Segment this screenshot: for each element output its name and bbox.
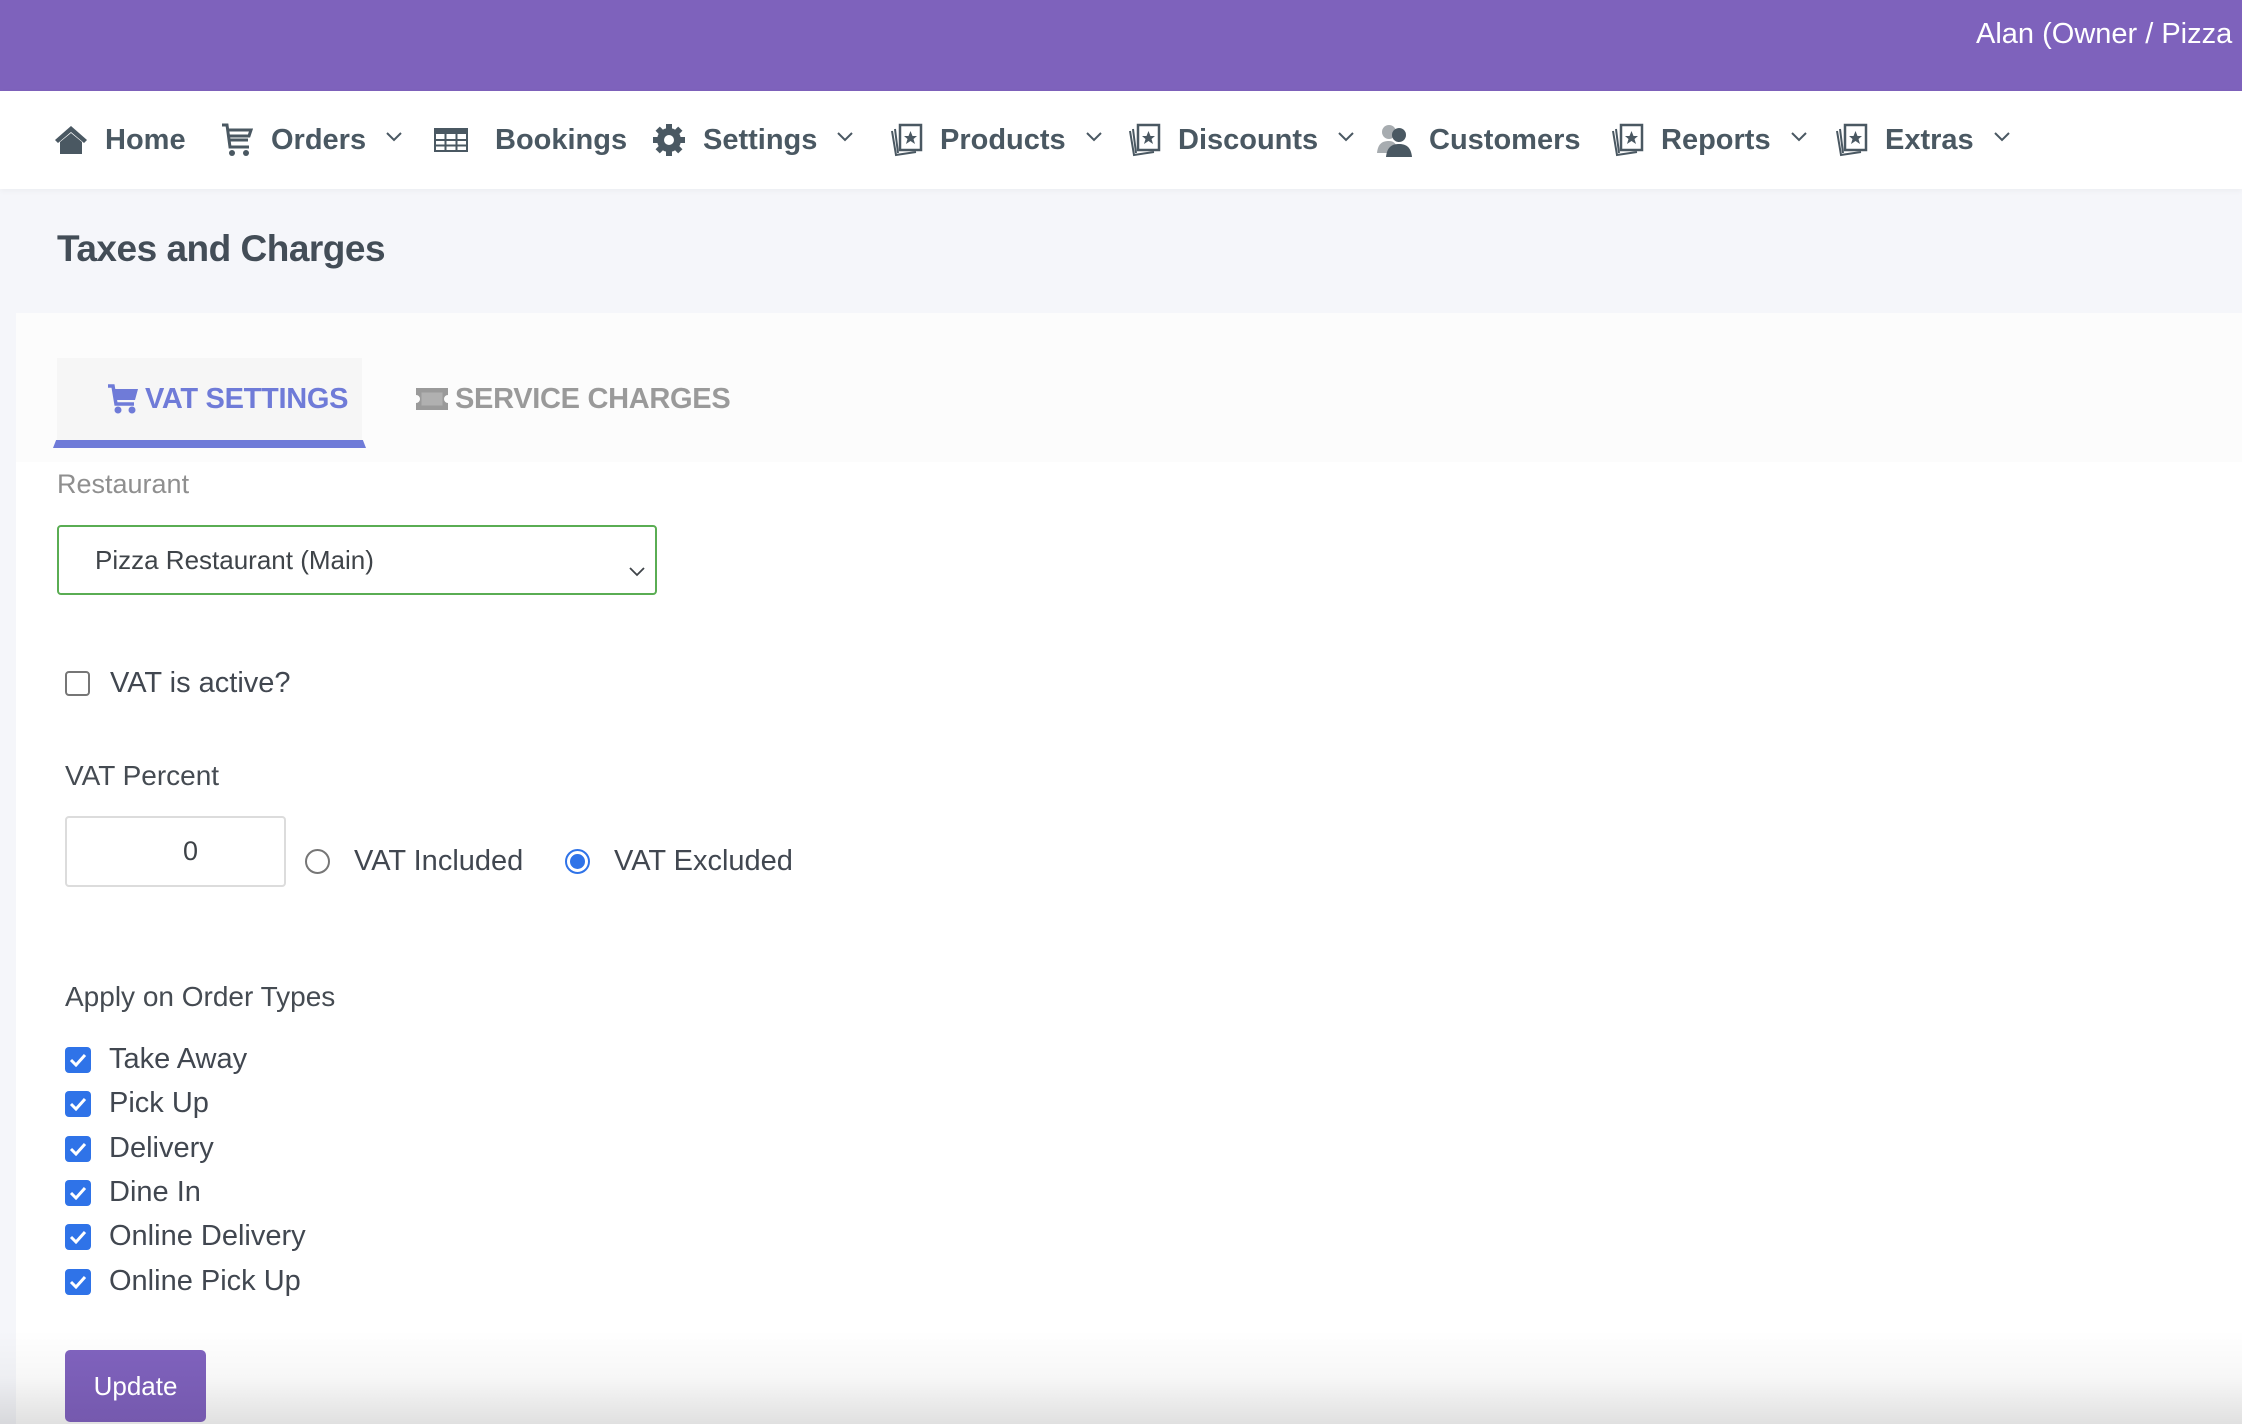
nav-item-discounts[interactable]: Discounts — [1126, 91, 1354, 189]
order-type-label: Dine In — [109, 1176, 201, 1208]
top-bar: Alan (Owner / Pizza R — [0, 0, 2242, 91]
page-title: Taxes and Charges — [57, 228, 386, 269]
cards-star-icon — [1833, 122, 1869, 158]
restaurant-label: Restaurant — [57, 469, 190, 499]
nav-item-customers[interactable]: Customers — [1377, 91, 1581, 189]
order-type-take-away[interactable]: Take Away — [65, 1043, 247, 1076]
chevron-down-icon — [837, 132, 854, 148]
update-button[interactable]: Update — [65, 1350, 206, 1422]
order-type-online-pick-up[interactable]: Online Pick Up — [65, 1265, 301, 1298]
table-icon — [433, 122, 469, 158]
vat-included-option[interactable]: VAT Included — [305, 845, 523, 878]
vat-active-label: VAT is active? — [110, 667, 291, 699]
tab-service-charges[interactable]: SERVICE CHARGES — [399, 358, 731, 440]
ticket-icon — [415, 387, 449, 411]
chevron-down-icon — [1993, 132, 2010, 148]
checkbox-checked[interactable] — [65, 1046, 91, 1073]
order-type-delivery[interactable]: Delivery — [65, 1132, 214, 1165]
cards-star-icon — [888, 122, 924, 158]
vat-active-checkbox[interactable] — [65, 671, 90, 696]
nav-item-label: Reports — [1661, 123, 1771, 156]
cards-star-icon — [1126, 122, 1162, 158]
checkbox-checked[interactable] — [65, 1090, 91, 1117]
user-menu[interactable]: Alan (Owner / Pizza R — [1976, 18, 2242, 51]
order-type-label: Online Pick Up — [109, 1265, 301, 1297]
nav-item-bookings[interactable]: Bookings — [433, 91, 627, 189]
nav-item-home[interactable]: Home — [53, 91, 186, 189]
checkbox-checked[interactable] — [65, 1179, 91, 1206]
chevron-down-icon — [386, 132, 402, 148]
nav-item-label: Settings — [703, 123, 818, 156]
order-type-label: Take Away — [109, 1043, 248, 1075]
cards-star-icon — [1609, 122, 1645, 158]
nav-item-label: Discounts — [1178, 123, 1319, 156]
users-icon — [1377, 122, 1413, 158]
tab-vat-settings[interactable]: VAT SETTINGS — [53, 358, 366, 448]
order-type-pick-up[interactable]: Pick Up — [65, 1087, 209, 1120]
nav-item-orders[interactable]: Orders — [219, 91, 402, 189]
nav-item-label: Home — [105, 123, 186, 156]
vat-active-checkbox-row[interactable]: VAT is active? — [65, 667, 291, 700]
nav-item-reports[interactable]: Reports — [1609, 91, 1807, 189]
checkbox-checked[interactable] — [65, 1223, 91, 1250]
nav-item-label: Extras — [1885, 123, 1974, 156]
home-icon — [53, 122, 89, 158]
chevron-down-icon — [1085, 132, 1102, 148]
nav-item-extras[interactable]: Extras — [1833, 91, 2010, 189]
nav-item-products[interactable]: Products — [888, 91, 1102, 189]
order-type-label: Delivery — [109, 1132, 214, 1164]
nav-item-label: Orders — [271, 123, 367, 156]
chevron-down-icon — [1790, 132, 1807, 148]
chevron-down-icon — [1338, 132, 1354, 148]
vat-excluded-radio[interactable] — [565, 849, 590, 874]
checkbox-checked[interactable] — [65, 1268, 91, 1295]
nav-item-label: Bookings — [495, 123, 628, 156]
vat-percent-label: VAT Percent — [65, 760, 220, 791]
vat-included-radio[interactable] — [305, 849, 330, 874]
main-nav: Home Orders Bookings Settings Products D… — [0, 91, 2242, 189]
restaurant-select-value: Pizza Restaurant (Main) — [95, 544, 374, 575]
vat-percent-input[interactable] — [65, 816, 286, 887]
tab-label: SERVICE CHARGES — [455, 382, 731, 415]
order-types-label: Apply on Order Types — [65, 981, 336, 1012]
order-type-label: Pick Up — [109, 1087, 209, 1119]
tab-label: VAT SETTINGS — [145, 382, 349, 415]
tab-strip: VAT SETTINGS SERVICE CHARGES — [16, 313, 2242, 462]
nav-item-settings[interactable]: Settings — [651, 91, 854, 189]
gear-icon — [651, 122, 687, 158]
chevron-down-icon — [629, 553, 645, 584]
active-tab-indicator — [53, 440, 366, 448]
vat-included-label: VAT Included — [354, 845, 524, 877]
order-type-dine-in[interactable]: Dine In — [65, 1176, 201, 1209]
cart-icon — [219, 122, 255, 158]
restaurant-select[interactable]: Pizza Restaurant (Main) — [57, 525, 657, 595]
vat-excluded-option[interactable]: VAT Excluded — [565, 845, 793, 878]
nav-item-label: Products — [940, 123, 1066, 156]
checkbox-checked[interactable] — [65, 1135, 91, 1162]
cart-icon — [107, 384, 139, 414]
vat-excluded-label: VAT Excluded — [614, 845, 793, 877]
nav-item-label: Customers — [1429, 123, 1581, 156]
order-type-online-delivery[interactable]: Online Delivery — [65, 1220, 306, 1253]
order-type-label: Online Delivery — [109, 1220, 306, 1252]
